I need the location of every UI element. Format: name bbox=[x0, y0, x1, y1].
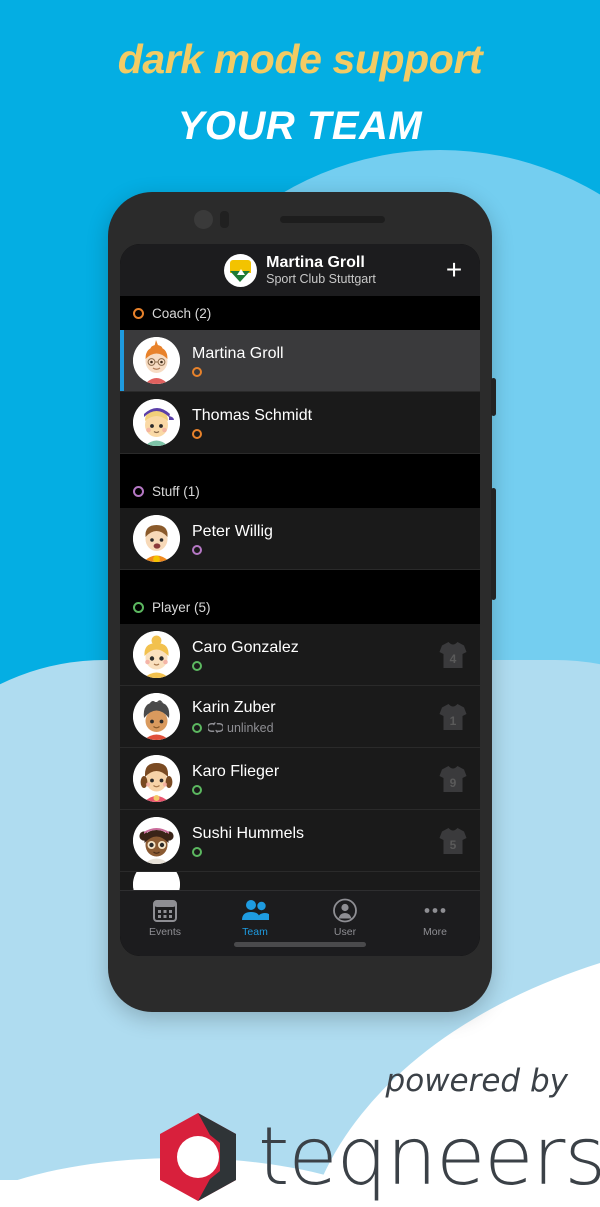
tab-label: User bbox=[333, 926, 357, 938]
status-dot bbox=[192, 428, 202, 439]
navbar-title-group: Martina Groll Sport Club Stuttgart bbox=[224, 253, 376, 287]
headline-secondary: YOUR TEAM bbox=[177, 104, 423, 148]
jersey-icon: 5 bbox=[438, 825, 468, 857]
headline-primary: dark mode support bbox=[117, 36, 483, 82]
avatar bbox=[133, 631, 180, 678]
member-status bbox=[192, 846, 438, 857]
tab-label: More bbox=[423, 926, 447, 938]
teqneers-hexagon-logo-icon bbox=[160, 1113, 236, 1201]
brand-name: teqneers bbox=[258, 1110, 600, 1203]
phone-side-button-power[interactable] bbox=[491, 488, 496, 600]
section-header-stuff: Stuff (1) bbox=[120, 474, 480, 508]
jersey-icon: 1 bbox=[438, 701, 468, 733]
section-label-coach: Coach (2) bbox=[152, 305, 212, 321]
link-status-label: unlinked bbox=[227, 720, 274, 735]
status-dot bbox=[192, 544, 202, 555]
tab-label: Events bbox=[148, 926, 182, 938]
table-row[interactable]: Caro Gonzalez 4 bbox=[120, 624, 480, 686]
avatar bbox=[133, 872, 180, 890]
tab-more[interactable]: More bbox=[390, 898, 480, 938]
member-status: unlinked bbox=[192, 721, 438, 735]
member-name: Thomas Schmidt bbox=[192, 406, 313, 424]
section-spacer bbox=[120, 454, 480, 474]
promo-headings: dark mode support YOUR TEAM bbox=[0, 0, 600, 149]
status-dot bbox=[192, 722, 202, 733]
jersey-icon: 4 bbox=[438, 639, 468, 671]
unlinked-icon bbox=[208, 722, 223, 733]
phone-side-button-volume[interactable] bbox=[491, 378, 496, 416]
app-navbar: Martina Groll Sport Club Stuttgart + bbox=[120, 244, 480, 296]
person-circle-icon bbox=[333, 898, 357, 923]
section-header-player: Player (5) bbox=[120, 590, 480, 624]
section-header-coach: Coach (2) bbox=[120, 296, 480, 330]
avatar bbox=[133, 399, 180, 446]
member-name: Caro Gonzalez bbox=[192, 638, 299, 656]
avatar bbox=[133, 515, 180, 562]
member-status bbox=[192, 660, 438, 671]
table-row-partial[interactable] bbox=[120, 872, 480, 890]
status-dot bbox=[192, 660, 202, 671]
club-badge-logo-icon bbox=[224, 253, 258, 287]
add-member-button[interactable]: + bbox=[441, 256, 467, 284]
status-dot bbox=[192, 366, 202, 377]
status-dot bbox=[192, 846, 202, 857]
tab-user[interactable]: User bbox=[300, 898, 390, 938]
jersey-number: 5 bbox=[449, 837, 457, 852]
member-name: Sushi Hummels bbox=[192, 824, 305, 842]
navbar-subtitle: Sport Club Stuttgart bbox=[266, 271, 376, 286]
navbar-title: Martina Groll bbox=[266, 254, 365, 272]
member-status bbox=[192, 784, 438, 795]
section-dot-player bbox=[133, 601, 144, 613]
table-row[interactable]: Peter Willig bbox=[120, 508, 480, 570]
phone-screen: Martina Groll Sport Club Stuttgart + Coa… bbox=[120, 244, 480, 956]
section-dot-stuff bbox=[133, 485, 144, 497]
member-status bbox=[192, 366, 468, 377]
table-row[interactable]: Martina Groll bbox=[120, 330, 480, 392]
jersey-number: 4 bbox=[449, 651, 457, 666]
link-status: unlinked bbox=[208, 721, 274, 735]
member-status bbox=[192, 428, 468, 439]
earpiece-speaker bbox=[280, 216, 385, 223]
table-row[interactable]: Sushi Hummels 5 bbox=[120, 810, 480, 872]
status-dot bbox=[192, 784, 202, 795]
avatar bbox=[133, 337, 180, 384]
tab-events[interactable]: Events bbox=[120, 898, 210, 938]
people-icon bbox=[242, 900, 269, 920]
section-label-stuff: Stuff (1) bbox=[152, 483, 200, 499]
phone-mockup: Martina Groll Sport Club Stuttgart + Coa… bbox=[108, 192, 496, 1012]
footer-branding: powered by teqneers bbox=[0, 1045, 600, 1201]
member-name: Martina Groll bbox=[192, 344, 284, 362]
brand-lockup: teqneers bbox=[148, 1107, 600, 1207]
calendar-icon bbox=[153, 900, 177, 922]
member-name: Peter Willig bbox=[192, 522, 273, 540]
avatar bbox=[133, 817, 180, 864]
section-spacer bbox=[120, 570, 480, 590]
jersey-icon: 9 bbox=[438, 763, 468, 795]
section-label-player: Player (5) bbox=[152, 599, 211, 615]
jersey-number: 9 bbox=[449, 775, 457, 790]
avatar bbox=[133, 693, 180, 740]
home-indicator bbox=[234, 942, 366, 947]
jersey-number: 1 bbox=[449, 713, 457, 728]
member-name: Karo Flieger bbox=[192, 762, 280, 780]
member-name: Karin Zuber bbox=[192, 698, 276, 716]
powered-by-label: powered by bbox=[385, 1063, 568, 1099]
tab-team[interactable]: Team bbox=[210, 898, 300, 938]
phone-top-bezel bbox=[108, 192, 492, 244]
team-member-list[interactable]: Coach (2) Martina Groll Thomas Schmidt Stuf… bbox=[120, 296, 480, 890]
section-dot-coach bbox=[133, 307, 144, 319]
tab-label: Team bbox=[242, 926, 268, 938]
sensor-icon bbox=[220, 211, 229, 228]
member-status bbox=[192, 544, 468, 555]
ellipsis-icon bbox=[424, 908, 446, 913]
front-camera-icon bbox=[194, 210, 213, 229]
table-row[interactable]: Thomas Schmidt bbox=[120, 392, 480, 454]
table-row[interactable]: Karo Flieger 9 bbox=[120, 748, 480, 810]
avatar bbox=[133, 755, 180, 802]
table-row[interactable]: Karin Zuber unlinked 1 bbox=[120, 686, 480, 748]
